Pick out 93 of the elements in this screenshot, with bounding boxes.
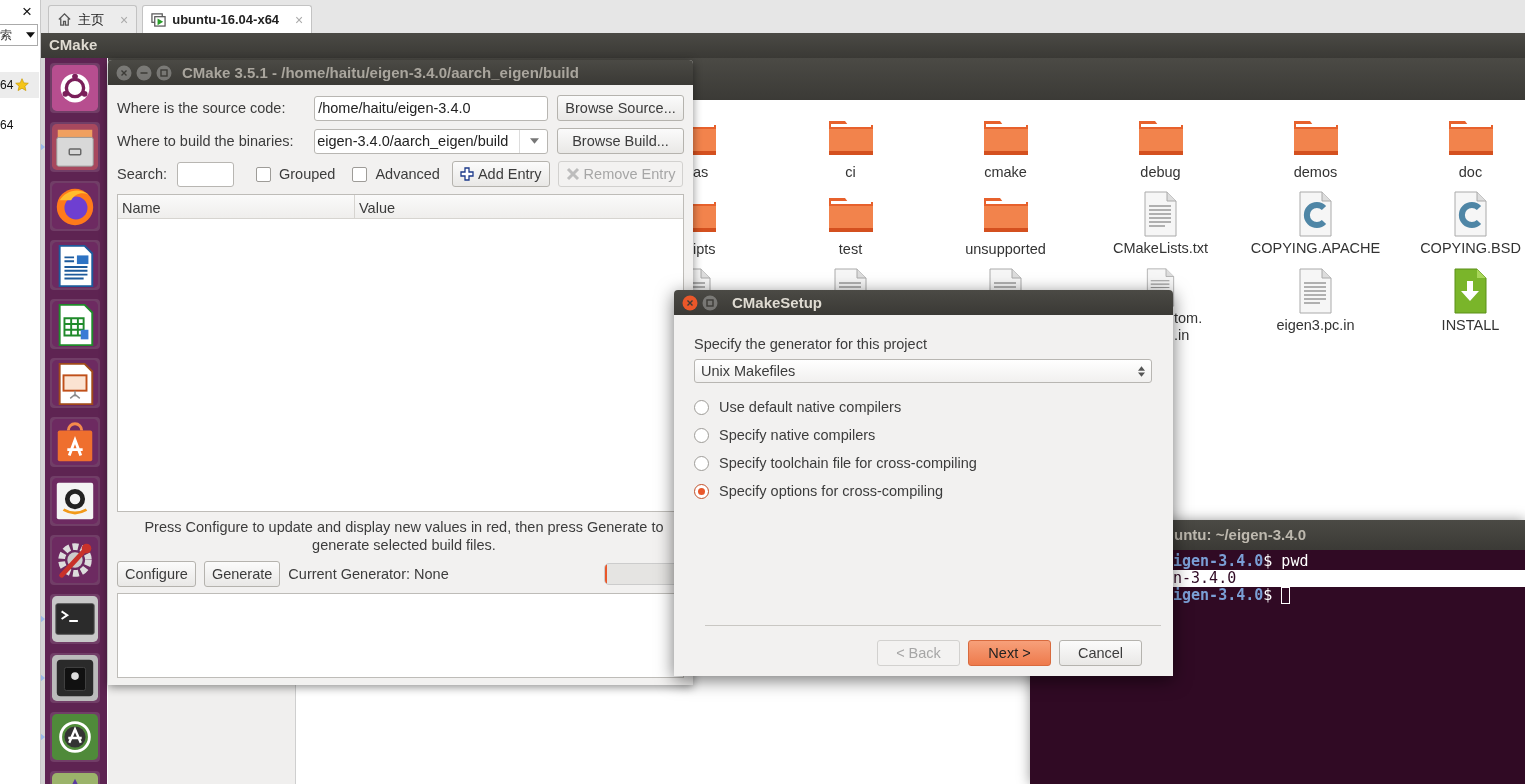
spreadsheet-icon	[52, 301, 98, 347]
download-file-icon	[1454, 268, 1487, 314]
presentation-icon	[52, 360, 98, 406]
file-name: INSTALL	[1441, 317, 1500, 334]
shopping-bag-icon	[52, 419, 98, 465]
file-name: as	[693, 164, 709, 181]
launcher-button[interactable]	[50, 653, 100, 703]
build-path-dropdown[interactable]: eigen-3.4.0/aarch_eigen/build	[314, 128, 549, 154]
column-header[interactable]: Name	[118, 195, 355, 218]
launcher-button[interactable]	[50, 181, 100, 231]
prompt-line: igen-3.4.0$	[1173, 587, 1273, 604]
launcher-button[interactable]	[50, 712, 100, 762]
radio-option[interactable]: Specify native compilers	[694, 421, 1153, 449]
code-file-icon	[1454, 191, 1487, 237]
generate-button[interactable]: Generate	[203, 561, 281, 587]
file-name: test	[838, 241, 863, 258]
file-name: debug	[1140, 164, 1181, 181]
browse-source-button[interactable]: Browse Source...	[557, 95, 684, 121]
window-title: CMakeSetup	[732, 294, 823, 311]
star-icon	[15, 78, 30, 92]
app-title: CMake	[48, 35, 99, 53]
tab[interactable]: 主页 ×	[48, 5, 138, 33]
file-name: cmake	[984, 164, 1027, 181]
code-file-icon	[1299, 191, 1332, 237]
refresh-icon	[52, 714, 98, 760]
file-name: COPYING.BSD	[1420, 240, 1521, 257]
launcher-button[interactable]	[50, 240, 100, 290]
next-button[interactable]: Next >	[968, 640, 1051, 666]
launcher-button[interactable]	[50, 63, 100, 113]
close-icon[interactable]	[682, 294, 698, 311]
tab[interactable]: ubuntu-16.04-x64 ×	[142, 5, 313, 33]
list-item[interactable]: 64	[0, 72, 39, 98]
radio-option[interactable]: Specify toolchain file for cross-compiling	[694, 449, 1153, 477]
text-file-icon	[1299, 268, 1332, 314]
output-text: n-3.4.0	[1173, 570, 1237, 587]
checkbox[interactable]: Grouped	[256, 166, 336, 182]
cancel-button[interactable]: Cancel	[1059, 640, 1142, 666]
close-button[interactable]: ×	[22, 2, 32, 22]
document-icon	[52, 242, 98, 288]
caret-icon	[26, 32, 35, 38]
file-name: tom. .in	[1174, 310, 1203, 344]
updown-caret-icon	[1138, 365, 1145, 377]
generator-label: Current Generator: None	[288, 566, 449, 582]
maximize-icon[interactable]	[702, 294, 718, 311]
file-name: ipts	[693, 241, 716, 258]
search-dropdown[interactable]: 索	[0, 24, 38, 46]
file-name: unsupported	[965, 241, 1046, 258]
cross-icon	[565, 167, 580, 181]
window-title: untu: ~/eigen-3.4.0	[1174, 526, 1307, 543]
launcher-button[interactable]	[50, 358, 100, 408]
launcher-button[interactable]	[50, 417, 100, 467]
prompt-text: Specify the generator for this project	[694, 336, 928, 352]
file-name: doc	[1458, 164, 1483, 181]
radio-option[interactable]: Use default native compilers	[694, 393, 1153, 421]
add-entry-button[interactable]: Add Entry	[451, 161, 550, 187]
file-name: COPYING.APACHE	[1250, 240, 1381, 257]
radio-option[interactable]: Specify options for cross-compiling	[694, 477, 1153, 505]
minimize-icon[interactable]	[136, 64, 152, 81]
launcher-button[interactable]	[50, 535, 100, 585]
plus-icon	[459, 167, 474, 181]
prompt-line: igen-3.4.0$ pwd	[1173, 553, 1309, 570]
browse-build-button[interactable]: Browse Build...	[557, 128, 684, 154]
file-name: demos	[1293, 164, 1338, 181]
field-label: Where is the source code:	[117, 100, 287, 116]
launcher-button[interactable]	[50, 594, 100, 644]
globe-icon	[52, 183, 98, 229]
text-file-icon	[1144, 191, 1177, 237]
file-name: ci	[845, 164, 856, 181]
terminal-icon	[52, 596, 98, 642]
screen-play-icon	[151, 12, 167, 27]
drawer-icon	[52, 124, 98, 170]
column-header[interactable]: Value	[355, 195, 395, 218]
caret-icon	[530, 138, 540, 144]
list-item[interactable]: 64	[0, 112, 39, 138]
file-name: eigen3.pc.in	[1276, 317, 1355, 334]
configure-button[interactable]: Configure	[117, 561, 196, 587]
hint-text: Press Configure to update and display new values in red, then press Generate to generate selected build files.	[143, 518, 665, 554]
source-path-field[interactable]: /home/haitu/eigen-3.4.0	[314, 95, 549, 121]
home-icon	[57, 12, 72, 27]
launcher-button[interactable]	[50, 299, 100, 349]
search-field[interactable]	[177, 161, 234, 187]
launcher-button[interactable]	[50, 476, 100, 526]
smile-logo-icon	[52, 478, 98, 524]
close-icon[interactable]	[116, 64, 132, 81]
window-title: CMake 3.5.1 - /home/haitu/eigen-3.4.0/aarch_eigen/build	[182, 64, 579, 81]
ring-logo-icon	[52, 65, 98, 111]
field-label: Where to build the binaries:	[117, 133, 295, 149]
file-name: CMakeLists.txt	[1112, 240, 1209, 257]
generator-dropdown[interactable]: Unix Makefiles	[694, 359, 1152, 383]
field-label: Search:	[117, 166, 167, 182]
checkbox[interactable]: Advanced	[352, 166, 440, 182]
gear-wrench-icon	[52, 537, 98, 583]
maximize-icon[interactable]	[156, 64, 172, 81]
